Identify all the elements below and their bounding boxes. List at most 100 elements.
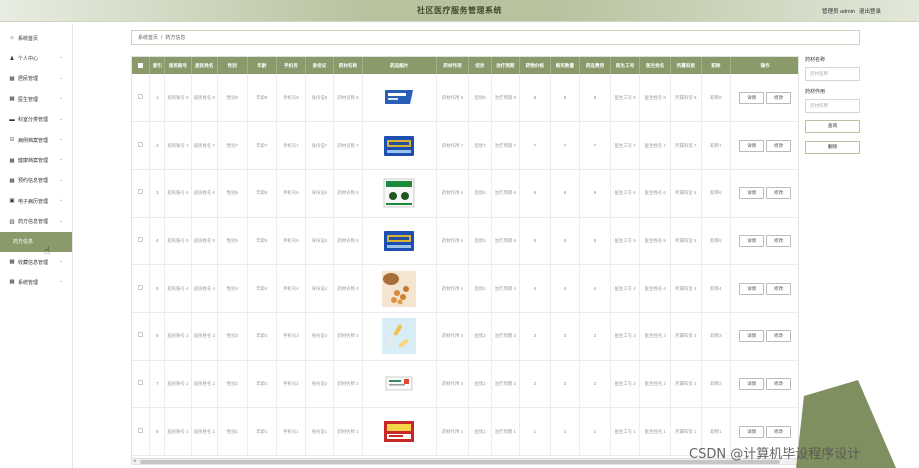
cell-idx: 6	[149, 312, 166, 361]
sidebar-item-6[interactable]: ▦ 健康档案管理 ⌄	[0, 150, 72, 170]
table-row[interactable]: 6 居民账号 3 居民姓名 3 性别3 年龄3 手机号3 身份证3 药材名称 3 药材作用 3症…	[132, 312, 798, 361]
scrollbar-thumb[interactable]	[140, 460, 780, 464]
sidebar-item-1[interactable]: ♟ 个人中心 ⌄	[0, 48, 72, 68]
sidebar-item-2[interactable]: ▦ 居民管理 ⌄	[0, 69, 72, 89]
row-select-cell[interactable]	[132, 121, 151, 170]
chevron-down-icon: ⌄	[58, 176, 63, 183]
cell-price: 1	[519, 407, 551, 456]
herb-name-label: 药材名称	[805, 57, 826, 63]
sidebar-item-label: 电子病历管理	[18, 198, 49, 205]
query-button[interactable]: 查询	[805, 120, 860, 133]
cell-period: 治疗周期 5	[491, 217, 521, 266]
table-row[interactable]: 5 居民账号 4 居民姓名 4 性别4 年龄4 手机号4 身份证4 药材名称 4 药材作用 4症…	[132, 264, 798, 313]
cell-period: 治疗周期 4	[491, 264, 521, 313]
select-all-header[interactable]	[132, 57, 151, 74]
cell-docname: 医生姓名 8	[639, 74, 672, 123]
sidebar-item-0[interactable]: ⌂ 系统首页	[0, 28, 72, 48]
row-checkbox[interactable]	[138, 332, 144, 338]
edit-button[interactable]: 修改	[766, 425, 792, 438]
table-row[interactable]: 4 居民账号 5 居民姓名 5 性别5 年龄5 手机号5 身份证5 药材名称 5 药材作用 5症…	[132, 217, 798, 266]
detail-button[interactable]: 详情	[739, 425, 765, 438]
cell-effect: 药材作用 8	[436, 74, 470, 123]
cell-account: 居民账号 2	[164, 360, 192, 409]
edit-button[interactable]: 修改	[766, 330, 792, 343]
detail-button[interactable]: 详情	[739, 91, 765, 104]
table-row[interactable]: 3 居民账号 6 居民姓名 6 性别6 年龄6 手机号6 身份证6 药材名称 6 药材作用 6症…	[132, 169, 798, 218]
cell-phone: 手机号5	[276, 217, 306, 266]
sidebar-item-5[interactable]: ☑ 病例档案管理 ⌄	[0, 130, 72, 150]
herb-effect-input[interactable]: 药材作用	[805, 99, 860, 113]
edit-button[interactable]: 修改	[766, 234, 792, 247]
detail-button[interactable]: 详情	[739, 377, 765, 390]
row-checkbox[interactable]	[138, 189, 144, 195]
row-select-cell[interactable]	[132, 312, 151, 361]
detail-button[interactable]: 详情	[739, 330, 765, 343]
row-checkbox[interactable]	[138, 236, 144, 242]
row-checkbox[interactable]	[138, 427, 144, 433]
logout-link[interactable]: 退出登录	[859, 7, 881, 15]
sidebar-item-8[interactable]: ▣ 电子病历管理 ⌄	[0, 191, 72, 211]
sidebar-item-label: 收藏信息管理	[18, 259, 49, 266]
cell-phone: 手机号6	[276, 169, 306, 218]
row-checkbox[interactable]	[138, 379, 144, 385]
edit-button[interactable]: 修改	[766, 187, 792, 200]
cell-price: 4	[519, 264, 551, 313]
cell-name: 居民姓名 7	[191, 121, 219, 170]
edit-button[interactable]: 修改	[766, 377, 792, 390]
cell-price: 6	[519, 169, 551, 218]
herb-name-input[interactable]: 药材名称	[805, 67, 860, 81]
medicine-image	[362, 312, 437, 361]
table-row[interactable]: 2 居民账号 7 居民姓名 7 性别7 年龄7 手机号7 身份证7 药材名称 7 药材作用 7症…	[132, 121, 798, 170]
row-checkbox[interactable]	[138, 93, 144, 99]
row-select-cell[interactable]	[132, 169, 151, 218]
sidebar-subitem-prescription-info[interactable]: 药方信息	[0, 231, 72, 252]
sidebar-item-a0[interactable]: ▦ 收藏信息管理 ⌄	[0, 252, 72, 272]
medicine-image	[362, 217, 437, 266]
breadcrumb-home[interactable]: 系统首页	[138, 34, 158, 41]
sidebar-item-label: 系统管理	[18, 279, 39, 286]
scroll-left-icon[interactable]: ◂	[133, 458, 136, 464]
detail-button[interactable]: 详情	[739, 234, 765, 247]
cell-docno: 医生工号 1	[610, 407, 641, 456]
cell-effect: 药材作用 5	[436, 217, 470, 266]
row-select-cell[interactable]	[132, 360, 151, 409]
delete-button[interactable]: 删除	[805, 141, 860, 154]
edit-button[interactable]: 修改	[766, 91, 792, 104]
cell-qty: 6	[550, 169, 581, 218]
sidebar-item-3[interactable]: ▦ 医生管理 ⌄	[0, 89, 72, 109]
edit-icon: ☑	[9, 137, 15, 144]
sidebar-item-a1[interactable]: ▦ 系统管理 ⌄	[0, 272, 72, 292]
grid-icon: ▦	[9, 279, 15, 286]
sidebar-item-4[interactable]: ▬ 科室分类管理 ⌄	[0, 110, 72, 130]
column-header: 医生姓名	[639, 57, 672, 74]
row-select-cell[interactable]	[132, 407, 151, 456]
edit-button[interactable]: 修改	[766, 139, 792, 152]
detail-button[interactable]: 详情	[739, 282, 765, 295]
cell-docname: 医生姓名 6	[639, 169, 672, 218]
column-header: 操作	[730, 57, 798, 74]
row-select-cell[interactable]	[132, 74, 151, 123]
cell-idcard: 身份证5	[305, 217, 335, 266]
row-checkbox[interactable]	[138, 141, 144, 147]
cell-effect: 药材作用 6	[436, 169, 470, 218]
home-icon: ⌂	[10, 35, 14, 42]
sidebar-item-9[interactable]: ▥ 药方信息管理 ⌄	[0, 212, 72, 232]
row-select-cell[interactable]	[132, 264, 151, 313]
cell-herb: 药材名称 3	[333, 312, 363, 361]
row-select-cell[interactable]	[132, 217, 151, 266]
column-header: 手机号	[276, 57, 306, 74]
cell-title: 职称7	[701, 121, 732, 170]
table-row[interactable]: 1 居民账号 8 居民姓名 8 性别8 年龄8 手机号8 身份证8 药材名称 8 药材作用 8症…	[132, 74, 798, 123]
edit-button[interactable]: 修改	[766, 282, 792, 295]
column-header: 身份证	[305, 57, 335, 74]
cell-name: 居民姓名 5	[191, 217, 219, 266]
sidebar-item-7[interactable]: ▦ 预约信息管理 ⌄	[0, 171, 72, 191]
prescription-table: 索引 居民账号 居民姓名 性别 年龄 手机号 身份证 药材名称 药品图片 药材作用 症状 治疗周期 药物…	[131, 56, 799, 465]
select-all-checkbox[interactable]	[138, 62, 144, 68]
cell-dept: 所属科室 8	[670, 74, 702, 123]
row-checkbox[interactable]	[138, 284, 144, 290]
sidebar-item-label: 医生管理	[18, 96, 39, 103]
detail-button[interactable]: 详情	[739, 139, 765, 152]
table-row[interactable]: 7 居民账号 2 居民姓名 2 性别2 年龄2 手机号2 身份证2 药材名称 2 药材作用 2症…	[132, 360, 798, 409]
detail-button[interactable]: 详情	[739, 187, 765, 200]
